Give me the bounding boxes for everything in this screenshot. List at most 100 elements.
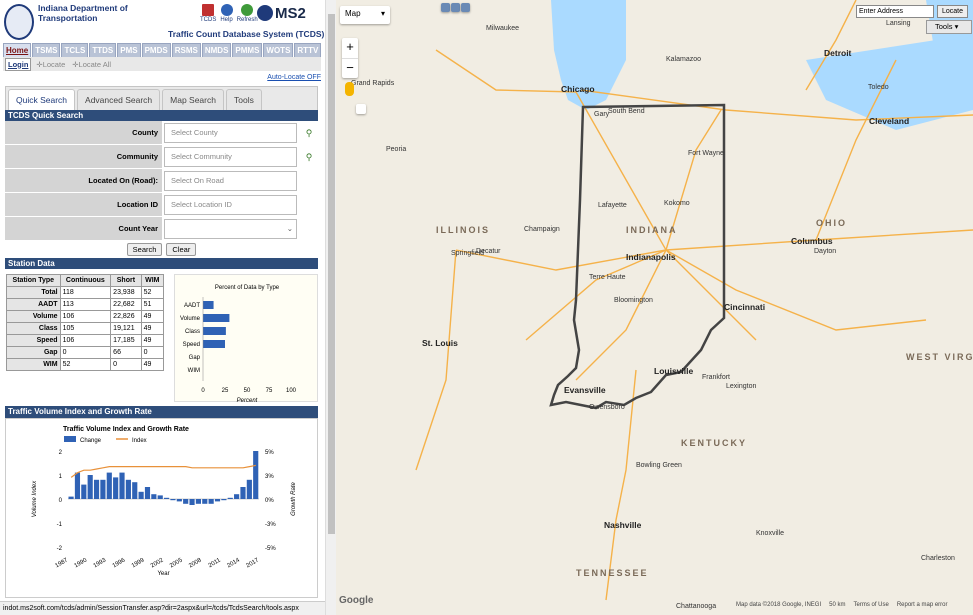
tab-advanced-search[interactable]: Advanced Search <box>77 89 161 110</box>
community-locate-icon[interactable]: ⚲ <box>303 145 315 168</box>
auto-locate-link[interactable]: Auto-Locate OFF <box>267 74 321 81</box>
terms-link[interactable]: Terms of Use <box>853 602 888 608</box>
community-input[interactable]: Select Community <box>164 147 297 167</box>
table-cell: Total <box>6 286 61 299</box>
module-home[interactable]: Home <box>3 43 32 58</box>
tab-tools[interactable]: Tools <box>225 89 262 110</box>
city-label: Cleveland <box>869 116 910 126</box>
table-cell: 22,826 <box>110 310 142 323</box>
zoom-in-button[interactable]: + <box>342 38 358 58</box>
draw-rectangle-icon[interactable] <box>441 3 450 12</box>
count-year-select[interactable]: ⌄ <box>164 219 297 239</box>
map-attribution: Map data ©2018 Google, INEGI 50 km Terms… <box>736 602 948 608</box>
module-tcls[interactable]: TCLS <box>61 43 89 58</box>
city-label: Louisville <box>654 366 694 376</box>
tab-quick-search[interactable]: Quick Search <box>8 89 76 110</box>
table-cell: 118 <box>59 286 112 299</box>
module-pmms[interactable]: PMMS <box>232 43 263 58</box>
pegman-icon[interactable] <box>345 82 354 96</box>
module-pms[interactable]: PMS <box>117 43 141 58</box>
map-canvas[interactable] <box>336 0 973 615</box>
table-cell: 51 <box>140 298 165 311</box>
city-label: Toledo <box>868 84 889 91</box>
scrollbar-thumb[interactable] <box>328 14 335 534</box>
table-cell: 0 <box>59 346 112 359</box>
table-cell: 113 <box>59 298 112 311</box>
clear-button[interactable]: Clear <box>166 243 197 256</box>
header-icons: TCDS Help Refresh <box>200 4 258 23</box>
map-view[interactable]: ILLINOIS INDIANA OHIO KENTUCKY WEST VIRGINIA… <box>336 0 973 615</box>
county-locate-icon[interactable]: ⚲ <box>303 121 315 144</box>
city-label: Charleston <box>921 555 955 562</box>
change-bar <box>68 496 74 499</box>
bar <box>203 301 214 309</box>
module-nmds[interactable]: NMDS <box>201 43 232 58</box>
draw-polygon-icon[interactable] <box>451 3 460 12</box>
x-tick-label: 2011 <box>208 557 223 569</box>
location-id-row: Location ID Select Location ID <box>5 193 318 217</box>
city-label: Terre Haute <box>589 274 626 281</box>
locate-address-button[interactable]: Locate <box>937 5 969 18</box>
state-label: ILLINOIS <box>436 225 490 235</box>
draw-circle-icon[interactable] <box>461 3 470 12</box>
table-cell: 49 <box>140 322 165 335</box>
station-data-table: Station Type Continuous Short WIM Total 1… <box>6 274 165 371</box>
change-bar <box>202 499 208 504</box>
location-id-input[interactable]: Select Location ID <box>164 195 297 215</box>
legend-change: Change <box>80 438 102 444</box>
city-label: Decatur <box>476 248 501 255</box>
city-label: Fort Wayne <box>688 150 724 157</box>
search-button[interactable]: Search <box>126 243 163 256</box>
zoom-area-icon[interactable] <box>356 104 366 114</box>
x-tick-label: 1996 <box>112 557 127 569</box>
tab-map-search[interactable]: Map Search <box>162 89 224 110</box>
change-bar <box>214 499 221 502</box>
address-search: Enter Address Locate <box>856 5 969 18</box>
address-input[interactable]: Enter Address <box>856 5 934 18</box>
vertical-scrollbar[interactable] <box>325 0 336 615</box>
module-rsms[interactable]: RSMS <box>171 43 201 58</box>
table-cell: Volume <box>6 310 61 323</box>
city-label: Chicago <box>561 84 595 94</box>
change-bar <box>164 497 170 499</box>
report-error-link[interactable]: Report a map error <box>897 602 948 608</box>
community-label: Community <box>5 145 162 168</box>
change-bar <box>227 497 233 499</box>
table-cell: Speed <box>6 334 61 347</box>
x-axis-label: Percent <box>237 398 258 403</box>
city-label: Owensboro <box>589 404 625 411</box>
map-tool-icons <box>441 3 470 12</box>
module-rttv[interactable]: RTTV <box>294 43 322 58</box>
city-label: Chattanooga <box>676 603 717 610</box>
module-tsms[interactable]: TSMS <box>32 43 61 58</box>
map-tools-button[interactable]: Tools ▾ <box>926 20 972 34</box>
y2-tick-label: -3% <box>265 522 276 528</box>
table-cell: 22,682 <box>110 298 142 311</box>
locate-button[interactable]: ✛Locate <box>34 59 67 70</box>
y-tick-label: -2 <box>57 546 63 552</box>
change-bar <box>170 499 176 501</box>
table-cell: 66 <box>110 346 142 359</box>
county-input[interactable]: Select County <box>164 123 297 143</box>
change-bar <box>151 494 157 499</box>
chevron-down-icon: ▾ <box>380 9 385 18</box>
road-input[interactable]: Select On Road <box>164 171 297 191</box>
table-row: Speed 106 17,185 49 <box>6 334 165 347</box>
module-wots[interactable]: WOTS <box>263 43 294 58</box>
city-label: Kalamazoo <box>666 56 702 63</box>
module-tabs: Home TSMS TCLS TTDS PMS PMDS RSMS NMDS P… <box>3 43 322 58</box>
help-icon[interactable]: Help <box>220 4 233 23</box>
module-ttds[interactable]: TTDS <box>89 43 117 58</box>
state-label: OHIO <box>816 218 848 228</box>
map-type-select[interactable]: Map ▾ <box>340 6 390 24</box>
x-tick-label: 50 <box>244 388 251 394</box>
login-button[interactable]: Login <box>5 57 32 71</box>
pdf-icon[interactable]: TCDS <box>200 4 216 23</box>
refresh-icon[interactable]: Refresh <box>237 4 258 23</box>
x-tick-label: 1993 <box>93 557 108 569</box>
zoom-out-button[interactable]: − <box>342 58 358 78</box>
x-tick-label: 0 <box>201 388 205 394</box>
locate-all-button[interactable]: ✛Locate All <box>70 59 113 70</box>
module-pmds[interactable]: PMDS <box>141 43 171 58</box>
table-cell: WIM <box>6 358 61 371</box>
